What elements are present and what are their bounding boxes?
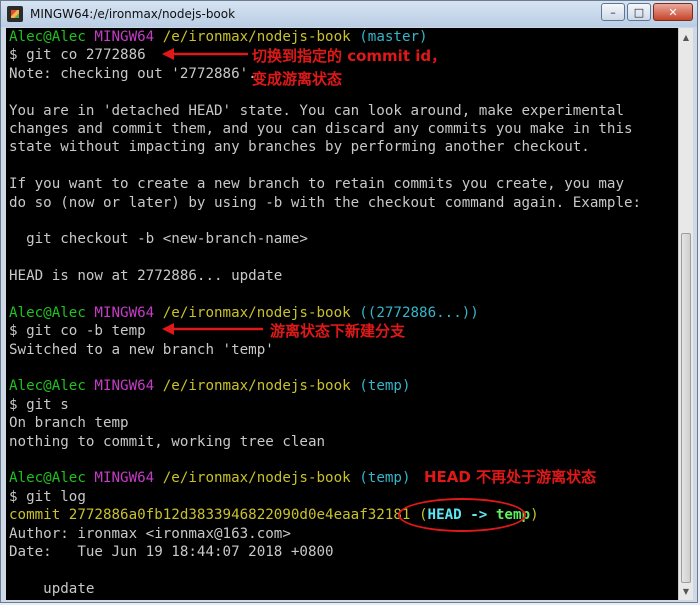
annotation-checkout-line2: 变成游离状态: [252, 70, 343, 88]
terminal-line: update: [9, 580, 641, 598]
terminal-text-segment: $ git log: [9, 488, 86, 505]
terminal-line: HEAD is now at 2772886... update: [9, 267, 641, 285]
terminal-text-segment: Note: checking out '2772886'.: [9, 65, 257, 82]
terminal-text-segment: /e/ironmax/nodejs-book: [162, 304, 360, 321]
maximize-button[interactable]: □: [627, 3, 651, 21]
minimize-button[interactable]: –: [601, 3, 625, 21]
terminal-text-segment: (temp): [359, 378, 411, 395]
window-title: MINGW64:/e/ironmax/nodejs-book: [30, 7, 236, 21]
terminal-text-segment: Date: Tue Jun 19 18:44:07 2018 +0800: [9, 543, 334, 560]
terminal-text-segment: If you want to create a new branch to re…: [9, 176, 624, 193]
terminal-text-segment: do so (now or later) by using -b with th…: [9, 194, 642, 211]
terminal-text-segment: commit 2772886a0fb12d3833946822090d0e4ea…: [9, 507, 419, 524]
terminal-line: $ git s: [9, 396, 641, 414]
terminal-text-segment: MINGW64: [94, 29, 163, 45]
terminal-text-segment: /e/ironmax/nodejs-book: [162, 29, 360, 45]
annotation-checkout-line1: 切换到指定的 commit id，: [252, 47, 447, 65]
terminal-line: Switched to a new branch 'temp': [9, 341, 641, 359]
terminal-text-segment: Switched to a new branch 'temp': [9, 341, 274, 358]
terminal-text-segment: ((2772886...)): [359, 304, 479, 321]
terminal-text-segment: $ git co -b temp: [9, 323, 146, 340]
terminal-text-segment: $ git co 2772886: [9, 47, 146, 64]
annotation-arrow-1-icon: [162, 48, 248, 60]
terminal-text-segment: git checkout -b <new-branch-name>: [9, 231, 308, 248]
terminal-text-segment: Alec@Alec: [9, 378, 95, 395]
terminal-line: Alec@Alec MINGW64 /e/ironmax/nodejs-book…: [9, 28, 641, 46]
scroll-up-arrow-icon[interactable]: ▲: [680, 30, 692, 44]
annotation-arrow-2-icon: [162, 323, 263, 335]
annotation-new-branch: 游离状态下新建分支: [270, 322, 406, 340]
terminal-line: nothing to commit, working tree clean: [9, 433, 641, 451]
terminal-text-segment: MINGW64: [94, 378, 163, 395]
terminal-line: Date: Tue Jun 19 18:44:07 2018 +0800: [9, 543, 641, 561]
terminal-line: Author: ironmax <ironmax@163.com>: [9, 525, 641, 543]
terminal-text-segment: You are in 'detached HEAD' state. You ca…: [9, 102, 624, 119]
terminal-text-segment: MINGW64: [94, 304, 163, 321]
terminal-text-segment: ): [530, 507, 539, 524]
terminal-line: changes and commit them, and you can dis…: [9, 120, 641, 138]
terminal-text-segment: changes and commit them, and you can dis…: [9, 120, 633, 137]
terminal-lines: Alec@Alec MINGW64 /e/ironmax/nodejs-book…: [9, 28, 641, 598]
scroll-down-arrow-icon[interactable]: ▼: [680, 584, 692, 598]
terminal-text-segment: On branch temp: [9, 415, 129, 432]
close-button[interactable]: ✕: [653, 3, 693, 21]
annotation-highlight-ellipse: [398, 498, 526, 532]
terminal-text-segment: Alec@Alec: [9, 304, 95, 321]
terminal-text-segment: Author: ironmax <ironmax@163.com>: [9, 525, 291, 542]
window-controls: – □ ✕: [601, 3, 693, 21]
terminal-text-segment: MINGW64: [94, 470, 163, 487]
scrollbar-thumb[interactable]: [681, 233, 691, 583]
terminal-line: If you want to create a new branch to re…: [9, 175, 641, 193]
terminal-text-segment: $ git s: [9, 396, 69, 413]
terminal-line: do so (now or later) by using -b with th…: [9, 194, 641, 212]
terminal-output[interactable]: Alec@Alec MINGW64 /e/ironmax/nodejs-book…: [6, 28, 679, 600]
terminal-line: On branch temp: [9, 414, 641, 432]
terminal-text-segment: /e/ironmax/nodejs-book: [162, 378, 360, 395]
terminal-text-segment: Alec@Alec: [9, 29, 95, 45]
terminal-line: git checkout -b <new-branch-name>: [9, 230, 641, 248]
terminal-line: You are in 'detached HEAD' state. You ca…: [9, 102, 641, 120]
terminal-line: state without impacting any branches by …: [9, 138, 641, 156]
terminal-text-segment: update: [9, 580, 95, 597]
terminal-line: Alec@Alec MINGW64 /e/ironmax/nodejs-book…: [9, 377, 641, 395]
terminal-line: commit 2772886a0fb12d3833946822090d0e4ea…: [9, 506, 641, 524]
terminal-text-segment: (master): [359, 29, 428, 45]
terminal-text-segment: state without impacting any branches by …: [9, 139, 590, 156]
terminal-text-segment: HEAD is now at 2772886... update: [9, 268, 283, 285]
title-bar[interactable]: MINGW64:/e/ironmax/nodejs-book – □ ✕: [1, 1, 697, 27]
terminal-text-segment: Alec@Alec: [9, 470, 95, 487]
terminal-text-segment: /e/ironmax/nodejs-book: [162, 470, 360, 487]
annotation-head-state: HEAD 不再处于游离状态: [424, 468, 597, 486]
git-bash-app-icon[interactable]: [7, 6, 23, 22]
terminal-window: MINGW64:/e/ironmax/nodejs-book – □ ✕ Ale…: [0, 0, 698, 603]
terminal-text-segment: nothing to commit, working tree clean: [9, 433, 326, 450]
terminal-text-segment: (temp): [359, 470, 411, 487]
vertical-scrollbar[interactable]: ▲ ▼: [678, 28, 693, 600]
terminal-line: $ git log: [9, 488, 641, 506]
